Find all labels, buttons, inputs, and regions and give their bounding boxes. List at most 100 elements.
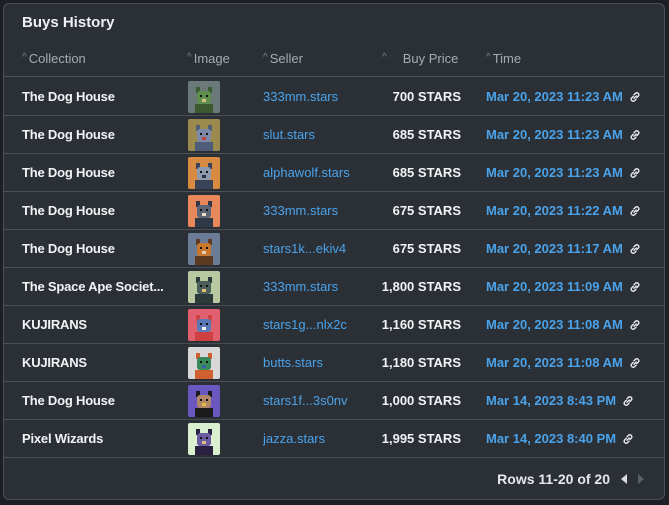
time-link[interactable]: Mar 20, 2023 11:09 AM (486, 268, 642, 305)
buy-price: 700 STARS (392, 89, 461, 104)
collection-name[interactable]: The Dog House (22, 116, 172, 153)
time-link[interactable]: Mar 20, 2023 11:22 AM (486, 192, 642, 229)
nft-thumbnail-image[interactable] (188, 118, 220, 151)
column-header-collection[interactable]: ^ Collection (22, 51, 86, 66)
time-link[interactable]: Mar 14, 2023 8:43 PM (486, 382, 635, 419)
nft-thumbnail-cell[interactable] (187, 268, 221, 305)
external-link-icon[interactable] (628, 318, 642, 332)
time-text[interactable]: Mar 20, 2023 11:08 AM (486, 355, 623, 370)
time-text[interactable]: Mar 20, 2023 11:17 AM (486, 241, 623, 256)
nft-thumbnail-cell[interactable] (187, 154, 221, 191)
time-link[interactable]: Mar 20, 2023 11:23 AM (486, 116, 642, 153)
column-header-image[interactable]: ^ Image (187, 51, 230, 66)
time-text[interactable]: Mar 14, 2023 8:40 PM (486, 431, 616, 446)
table-row: The Dog House alphawolf.stars 685 STARS Mar… (4, 154, 664, 192)
nft-thumbnail-image[interactable] (188, 308, 220, 341)
seller-link[interactable]: alphawolf.stars (263, 154, 350, 191)
collection-name[interactable]: The Dog House (22, 382, 172, 419)
seller-link[interactable]: stars1f...3s0nv (263, 382, 348, 419)
nft-thumbnail-cell[interactable] (187, 116, 221, 153)
seller-link[interactable]: 333mm.stars (263, 192, 338, 229)
nft-thumbnail-cell[interactable] (187, 192, 221, 229)
collection-name[interactable]: The Space Ape Societ... (22, 268, 172, 305)
nft-thumbnail-image[interactable] (188, 80, 220, 113)
time-text[interactable]: Mar 20, 2023 11:09 AM (486, 279, 623, 294)
buy-price: 1,180 STARS (381, 355, 461, 370)
external-link-icon[interactable] (628, 242, 642, 256)
external-link-icon[interactable] (621, 394, 635, 408)
nft-thumbnail-cell[interactable] (187, 420, 221, 457)
column-header-buy-price[interactable]: ^ Buy Price (382, 51, 458, 66)
table-row: The Dog House 333mm.stars 700 STARS Mar 20,… (4, 78, 664, 116)
table-row: The Dog House stars1k...ekiv4 675 STARS Mar… (4, 230, 664, 268)
table-row: Pixel Wizards jazza.stars 1,995 STARS Mar 1… (4, 420, 664, 458)
time-text[interactable]: Mar 20, 2023 11:23 AM (486, 127, 623, 142)
column-header-time[interactable]: ^ Time (486, 51, 521, 66)
nft-thumbnail-image[interactable] (188, 384, 220, 417)
collection-name[interactable]: Pixel Wizards (22, 420, 172, 457)
seller-link[interactable]: jazza.stars (263, 420, 325, 457)
next-page-icon[interactable] (638, 474, 644, 484)
external-link-icon[interactable] (628, 356, 642, 370)
time-link[interactable]: Mar 20, 2023 11:08 AM (486, 344, 642, 381)
table-header: ^ Collection ^ Image ^ Seller ^ Buy Price ^ T… (4, 44, 664, 77)
buy-price: 1,800 STARS (381, 279, 461, 294)
nft-thumbnail-image[interactable] (188, 422, 220, 455)
nft-thumbnail-cell[interactable] (187, 382, 221, 419)
time-text[interactable]: Mar 14, 2023 8:43 PM (486, 393, 616, 408)
sort-caret-icon: ^ (486, 52, 491, 63)
buys-history-panel: Buys History ^ Collection ^ Image ^ Seller … (3, 3, 665, 500)
nft-thumbnail-cell[interactable] (187, 306, 221, 343)
nft-thumbnail-cell[interactable] (187, 230, 221, 267)
time-text[interactable]: Mar 20, 2023 11:23 AM (486, 89, 623, 104)
buy-price: 1,160 STARS (381, 317, 461, 332)
seller-link[interactable]: stars1g...nlx2c (263, 306, 347, 343)
table-row: KUJIRANS butts.stars 1,180 STARS Mar 20, 20… (4, 344, 664, 382)
collection-name[interactable]: The Dog House (22, 192, 172, 229)
time-link[interactable]: Mar 20, 2023 11:23 AM (486, 154, 642, 191)
external-link-icon[interactable] (628, 280, 642, 294)
nft-thumbnail-cell[interactable] (187, 344, 221, 381)
buy-price: 685 STARS (392, 127, 461, 142)
seller-link[interactable]: stars1k...ekiv4 (263, 230, 346, 267)
table-row: The Dog House 333mm.stars 675 STARS Mar 20,… (4, 192, 664, 230)
panel-title: Buys History (22, 14, 115, 31)
buy-price: 675 STARS (392, 203, 461, 218)
time-text[interactable]: Mar 20, 2023 11:22 AM (486, 203, 623, 218)
buy-price: 1,000 STARS (381, 393, 461, 408)
external-link-icon[interactable] (628, 90, 642, 104)
external-link-icon[interactable] (621, 432, 635, 446)
nft-thumbnail-image[interactable] (188, 232, 220, 265)
sort-caret-icon: ^ (263, 52, 268, 63)
nft-thumbnail-cell[interactable] (187, 78, 221, 115)
buy-price: 685 STARS (392, 165, 461, 180)
nft-thumbnail-image[interactable] (188, 270, 220, 303)
time-link[interactable]: Mar 20, 2023 11:17 AM (486, 230, 642, 267)
nft-thumbnail-image[interactable] (188, 156, 220, 189)
previous-page-icon[interactable] (621, 474, 627, 484)
seller-link[interactable]: 333mm.stars (263, 268, 338, 305)
time-text[interactable]: Mar 20, 2023 11:23 AM (486, 165, 623, 180)
seller-link[interactable]: 333mm.stars (263, 78, 338, 115)
collection-name[interactable]: The Dog House (22, 78, 172, 115)
nft-thumbnail-image[interactable] (188, 194, 220, 227)
time-link[interactable]: Mar 20, 2023 11:23 AM (486, 78, 642, 115)
seller-link[interactable]: butts.stars (263, 344, 323, 381)
time-link[interactable]: Mar 20, 2023 11:08 AM (486, 306, 642, 343)
external-link-icon[interactable] (628, 166, 642, 180)
external-link-icon[interactable] (628, 128, 642, 142)
buy-price: 1,995 STARS (381, 431, 461, 446)
table-footer: Rows 11-20 of 20 (4, 459, 664, 499)
time-link[interactable]: Mar 14, 2023 8:40 PM (486, 420, 635, 457)
collection-name[interactable]: KUJIRANS (22, 306, 172, 343)
external-link-icon[interactable] (628, 204, 642, 218)
table-row: KUJIRANS stars1g...nlx2c 1,160 STARS Mar 20… (4, 306, 664, 344)
nft-thumbnail-image[interactable] (188, 346, 220, 379)
column-header-seller[interactable]: ^ Seller (263, 51, 303, 66)
collection-name[interactable]: KUJIRANS (22, 344, 172, 381)
table-row: The Dog House slut.stars 685 STARS Mar 20, … (4, 116, 664, 154)
collection-name[interactable]: The Dog House (22, 154, 172, 191)
collection-name[interactable]: The Dog House (22, 230, 172, 267)
seller-link[interactable]: slut.stars (263, 116, 315, 153)
time-text[interactable]: Mar 20, 2023 11:08 AM (486, 317, 623, 332)
